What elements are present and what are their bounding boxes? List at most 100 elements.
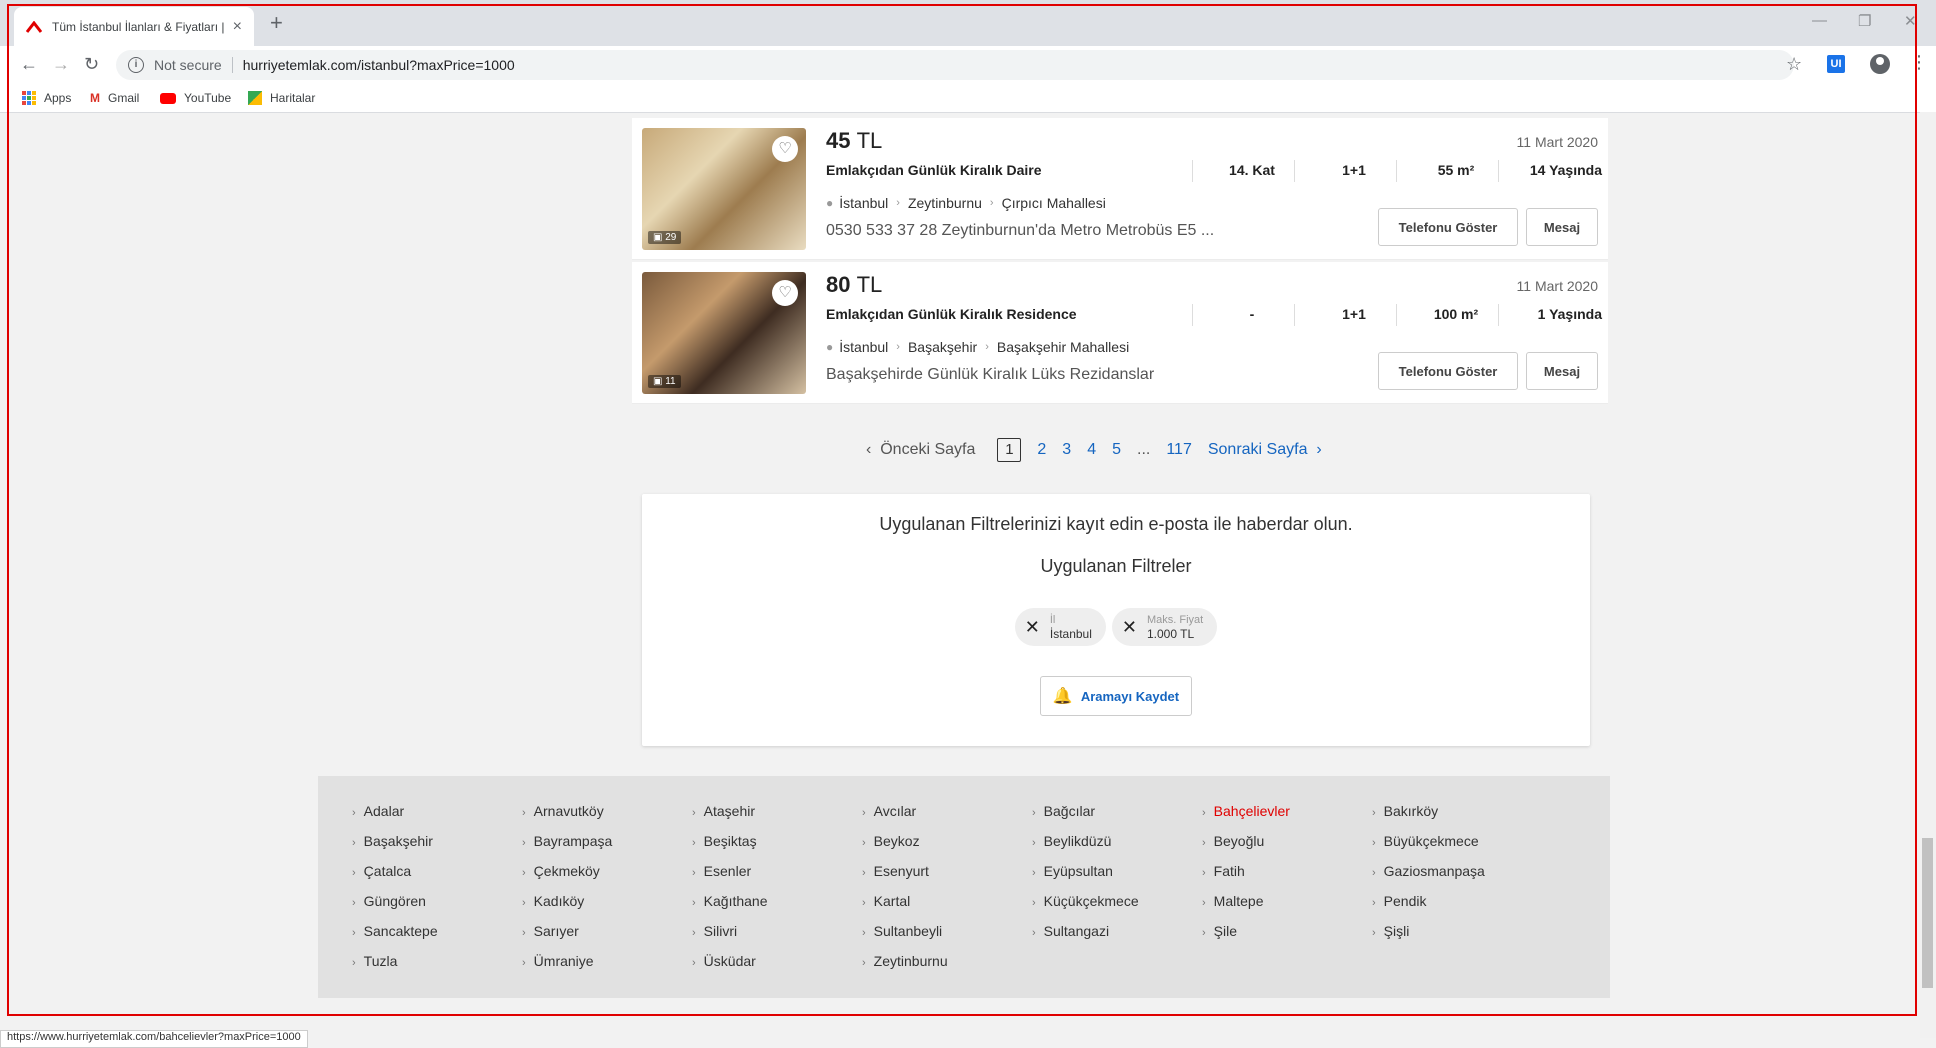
- extension-icon[interactable]: UI: [1827, 55, 1845, 73]
- listing-location: ● İstanbul › Zeytinburnu › Çırpıcı Mahal…: [826, 195, 1106, 211]
- listing-title[interactable]: Emlakçıdan Günlük Kiralık Daire: [826, 162, 1042, 178]
- district-link[interactable]: › Çekmeköy: [522, 856, 612, 886]
- district-link[interactable]: › Beşiktaş: [692, 826, 768, 856]
- district-link[interactable]: › Beykoz: [862, 826, 948, 856]
- district-link[interactable]: › Bahçelievler: [1202, 796, 1290, 826]
- district-link[interactable]: › Sultangazi: [1032, 916, 1139, 946]
- district-link[interactable]: › Bayrampaşa: [522, 826, 612, 856]
- scrollbar-thumb[interactable]: [1922, 838, 1933, 988]
- new-tab-icon[interactable]: +: [270, 12, 283, 34]
- address-bar[interactable]: i Not secure hurriyetemlak.com/istanbul?…: [116, 50, 1794, 80]
- window-close-icon[interactable]: ✕: [1904, 12, 1917, 30]
- profile-avatar-icon[interactable]: [1870, 54, 1890, 74]
- district-link[interactable]: › Büyükçekmece: [1372, 826, 1485, 856]
- minimize-icon[interactable]: —: [1812, 12, 1827, 29]
- bookmark-star-icon[interactable]: ☆: [1786, 54, 1802, 75]
- page-link[interactable]: 5: [1112, 441, 1121, 459]
- district-link[interactable]: › Eyüpsultan: [1032, 856, 1139, 886]
- district-link[interactable]: › Şişli: [1372, 916, 1485, 946]
- message-button[interactable]: Mesaj: [1526, 208, 1598, 246]
- district-link[interactable]: › Başakşehir: [352, 826, 438, 856]
- district-label: Çatalca: [363, 863, 412, 879]
- chevron-right-icon: ›: [522, 957, 526, 969]
- filter-chip-city[interactable]: ✕ İl İstanbul: [1014, 608, 1106, 646]
- remove-filter-icon[interactable]: ✕: [1122, 617, 1137, 638]
- district-link[interactable]: › Gaziosmanpaşa: [1372, 856, 1485, 886]
- district-link[interactable]: › Üsküdar: [692, 946, 768, 976]
- district-label: Sultanbeyli: [873, 923, 943, 939]
- district-link[interactable]: › Esenler: [692, 856, 768, 886]
- next-page-link[interactable]: Sonraki Sayfa ›: [1208, 441, 1322, 459]
- district-link[interactable]: › Bakırköy: [1372, 796, 1485, 826]
- listing-description[interactable]: 0530 533 37 28 Zeytinburnun'da Metro Met…: [826, 222, 1214, 240]
- listing-photo[interactable]: ♡ ▣ 29: [642, 128, 806, 250]
- district-link[interactable]: › Adalar: [352, 796, 438, 826]
- district-link[interactable]: › Beyoğlu: [1202, 826, 1290, 856]
- chip-label: İl: [1049, 613, 1056, 626]
- listing-location: ● İstanbul › Başakşehir › Başakşehir Mah…: [826, 339, 1130, 355]
- district-link[interactable]: › Bağcılar: [1032, 796, 1139, 826]
- forward-icon[interactable]: →: [52, 54, 70, 74]
- browser-menu-icon[interactable]: ⋮: [1910, 52, 1928, 73]
- remove-filter-icon[interactable]: ✕: [1025, 617, 1040, 638]
- message-button[interactable]: Mesaj: [1526, 352, 1598, 390]
- listing-card[interactable]: ♡ ▣ 29 45 TL 11 Mart 2020 Emlakçıdan Gün…: [632, 118, 1608, 260]
- district-link[interactable]: › Çatalca: [352, 856, 438, 886]
- district-link[interactable]: › Maltepe: [1202, 886, 1290, 916]
- district-link[interactable]: › Pendik: [1372, 886, 1485, 916]
- bookmark-label: Haritalar: [270, 91, 316, 105]
- bookmark-maps[interactable]: Haritalar: [248, 84, 315, 112]
- show-phone-button[interactable]: Telefonu Göster: [1378, 208, 1518, 246]
- url-text[interactable]: hurriyetemlak.com/istanbul?maxPrice=1000: [243, 57, 515, 73]
- bookmark-apps[interactable]: Apps: [22, 84, 71, 112]
- district-link[interactable]: › Esenyurt: [862, 856, 948, 886]
- filter-chip-max-price[interactable]: ✕ Maks. Fiyat 1.000 TL: [1111, 608, 1218, 646]
- listing-description[interactable]: Başakşehirde Günlük Kiralık Lüks Rezidan…: [826, 366, 1154, 384]
- listing-rooms: 1+1: [1342, 306, 1366, 322]
- last-page-link[interactable]: 117: [1166, 441, 1192, 459]
- listing-card[interactable]: ♡ ▣ 11 80 TL 11 Mart 2020 Emlakçıdan Gün…: [632, 262, 1608, 404]
- save-search-button[interactable]: 🔔 Aramayı Kaydet: [1040, 676, 1192, 716]
- district-link[interactable]: › Ümraniye: [522, 946, 612, 976]
- browser-tab[interactable]: Tüm İstanbul İlanları & Fiyatları | ×: [14, 7, 254, 46]
- district-link[interactable]: › Zeytinburnu: [862, 946, 948, 976]
- chevron-right-icon: ›: [522, 837, 526, 849]
- bookmark-youtube[interactable]: YouTube: [160, 84, 231, 112]
- district-link[interactable]: › Ataşehir: [692, 796, 768, 826]
- district-link[interactable]: › Tuzla: [352, 946, 438, 976]
- page-link[interactable]: 2: [1037, 441, 1046, 459]
- page-link[interactable]: 4: [1087, 441, 1096, 459]
- show-phone-button[interactable]: Telefonu Göster: [1378, 352, 1518, 390]
- district-link[interactable]: › Silivri: [692, 916, 768, 946]
- district-link[interactable]: › Arnavutköy: [522, 796, 612, 826]
- chevron-right-icon: ›: [692, 897, 696, 909]
- favorite-heart-icon[interactable]: ♡: [772, 280, 798, 306]
- reload-icon[interactable]: ↻: [84, 54, 99, 74]
- favorite-heart-icon[interactable]: ♡: [772, 136, 798, 162]
- bookmarks-bar: Apps M Gmail YouTube Haritalar: [0, 84, 1936, 113]
- district-link[interactable]: › Sancaktepe: [352, 916, 438, 946]
- district-link[interactable]: › Sultanbeyli: [862, 916, 948, 946]
- district-link[interactable]: › Güngören: [352, 886, 438, 916]
- page-link[interactable]: 3: [1062, 441, 1071, 459]
- restore-icon[interactable]: ❐: [1858, 12, 1871, 30]
- back-icon[interactable]: ←: [20, 54, 38, 74]
- listing-photo[interactable]: ♡ ▣ 11: [642, 272, 806, 394]
- district-link[interactable]: › Kartal: [862, 886, 948, 916]
- info-icon[interactable]: i: [128, 57, 144, 73]
- listing-title[interactable]: Emlakçıdan Günlük Kiralık Residence: [826, 306, 1077, 322]
- district-column: › Ataşehir › Beşiktaş › Esenler › Kağıthane › Sil…: [692, 796, 768, 976]
- previous-page-link[interactable]: ‹ Önceki Sayfa: [866, 441, 975, 459]
- tab-close-icon[interactable]: ×: [233, 18, 242, 36]
- district-link[interactable]: › Fatih: [1202, 856, 1290, 886]
- district-link[interactable]: › Kağıthane: [692, 886, 768, 916]
- bookmark-gmail[interactable]: M Gmail: [90, 84, 139, 112]
- page-scrollbar[interactable]: [1920, 112, 1936, 1038]
- district-link[interactable]: › Kadıköy: [522, 886, 612, 916]
- district-link[interactable]: › Beylikdüzü: [1032, 826, 1139, 856]
- district-label: Pendik: [1383, 893, 1427, 909]
- district-link[interactable]: › Avcılar: [862, 796, 948, 826]
- district-link[interactable]: › Sarıyer: [522, 916, 612, 946]
- district-link[interactable]: › Şile: [1202, 916, 1290, 946]
- district-link[interactable]: › Küçükçekmece: [1032, 886, 1139, 916]
